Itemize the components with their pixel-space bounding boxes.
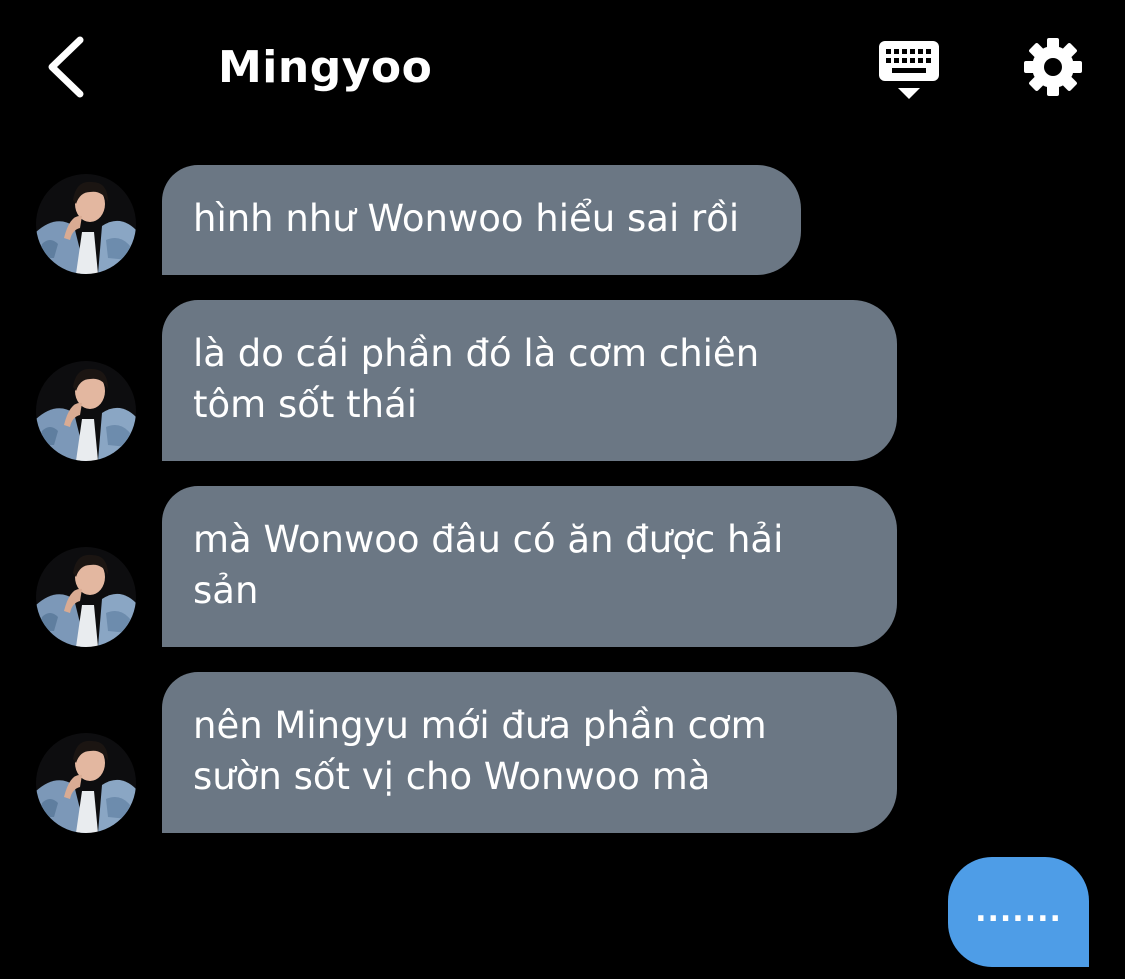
message-bubble[interactable]: mà Wonwoo đâu có ăn được hải sản xyxy=(162,486,897,647)
chevron-left-icon xyxy=(48,36,84,98)
settings-button[interactable] xyxy=(1022,36,1084,98)
outgoing-message-bubble[interactable]: ....... xyxy=(948,857,1089,967)
avatar[interactable] xyxy=(36,174,136,274)
keyboard-icon xyxy=(879,41,939,99)
avatar[interactable] xyxy=(36,733,136,833)
avatar[interactable] xyxy=(36,547,136,647)
avatar[interactable] xyxy=(36,361,136,461)
avatar-photo-icon xyxy=(36,174,136,274)
avatar-photo-icon xyxy=(36,361,136,461)
keyboard-button[interactable] xyxy=(876,38,942,102)
message-bubble[interactable]: nên Mingyu mới đưa phần cơm sườn sốt vị … xyxy=(162,672,897,833)
message-bubble[interactable]: hình như Wonwoo hiểu sai rồi xyxy=(162,165,801,275)
back-button[interactable] xyxy=(40,32,96,102)
avatar-photo-icon xyxy=(36,733,136,833)
avatar-photo-icon xyxy=(36,547,136,647)
chat-header: Mingyoo xyxy=(0,0,1125,140)
chat-title: Mingyoo xyxy=(218,42,433,93)
message-bubble[interactable]: là do cái phần đó là cơm chiên tôm sốt t… xyxy=(162,300,897,461)
gear-icon xyxy=(1024,38,1082,96)
